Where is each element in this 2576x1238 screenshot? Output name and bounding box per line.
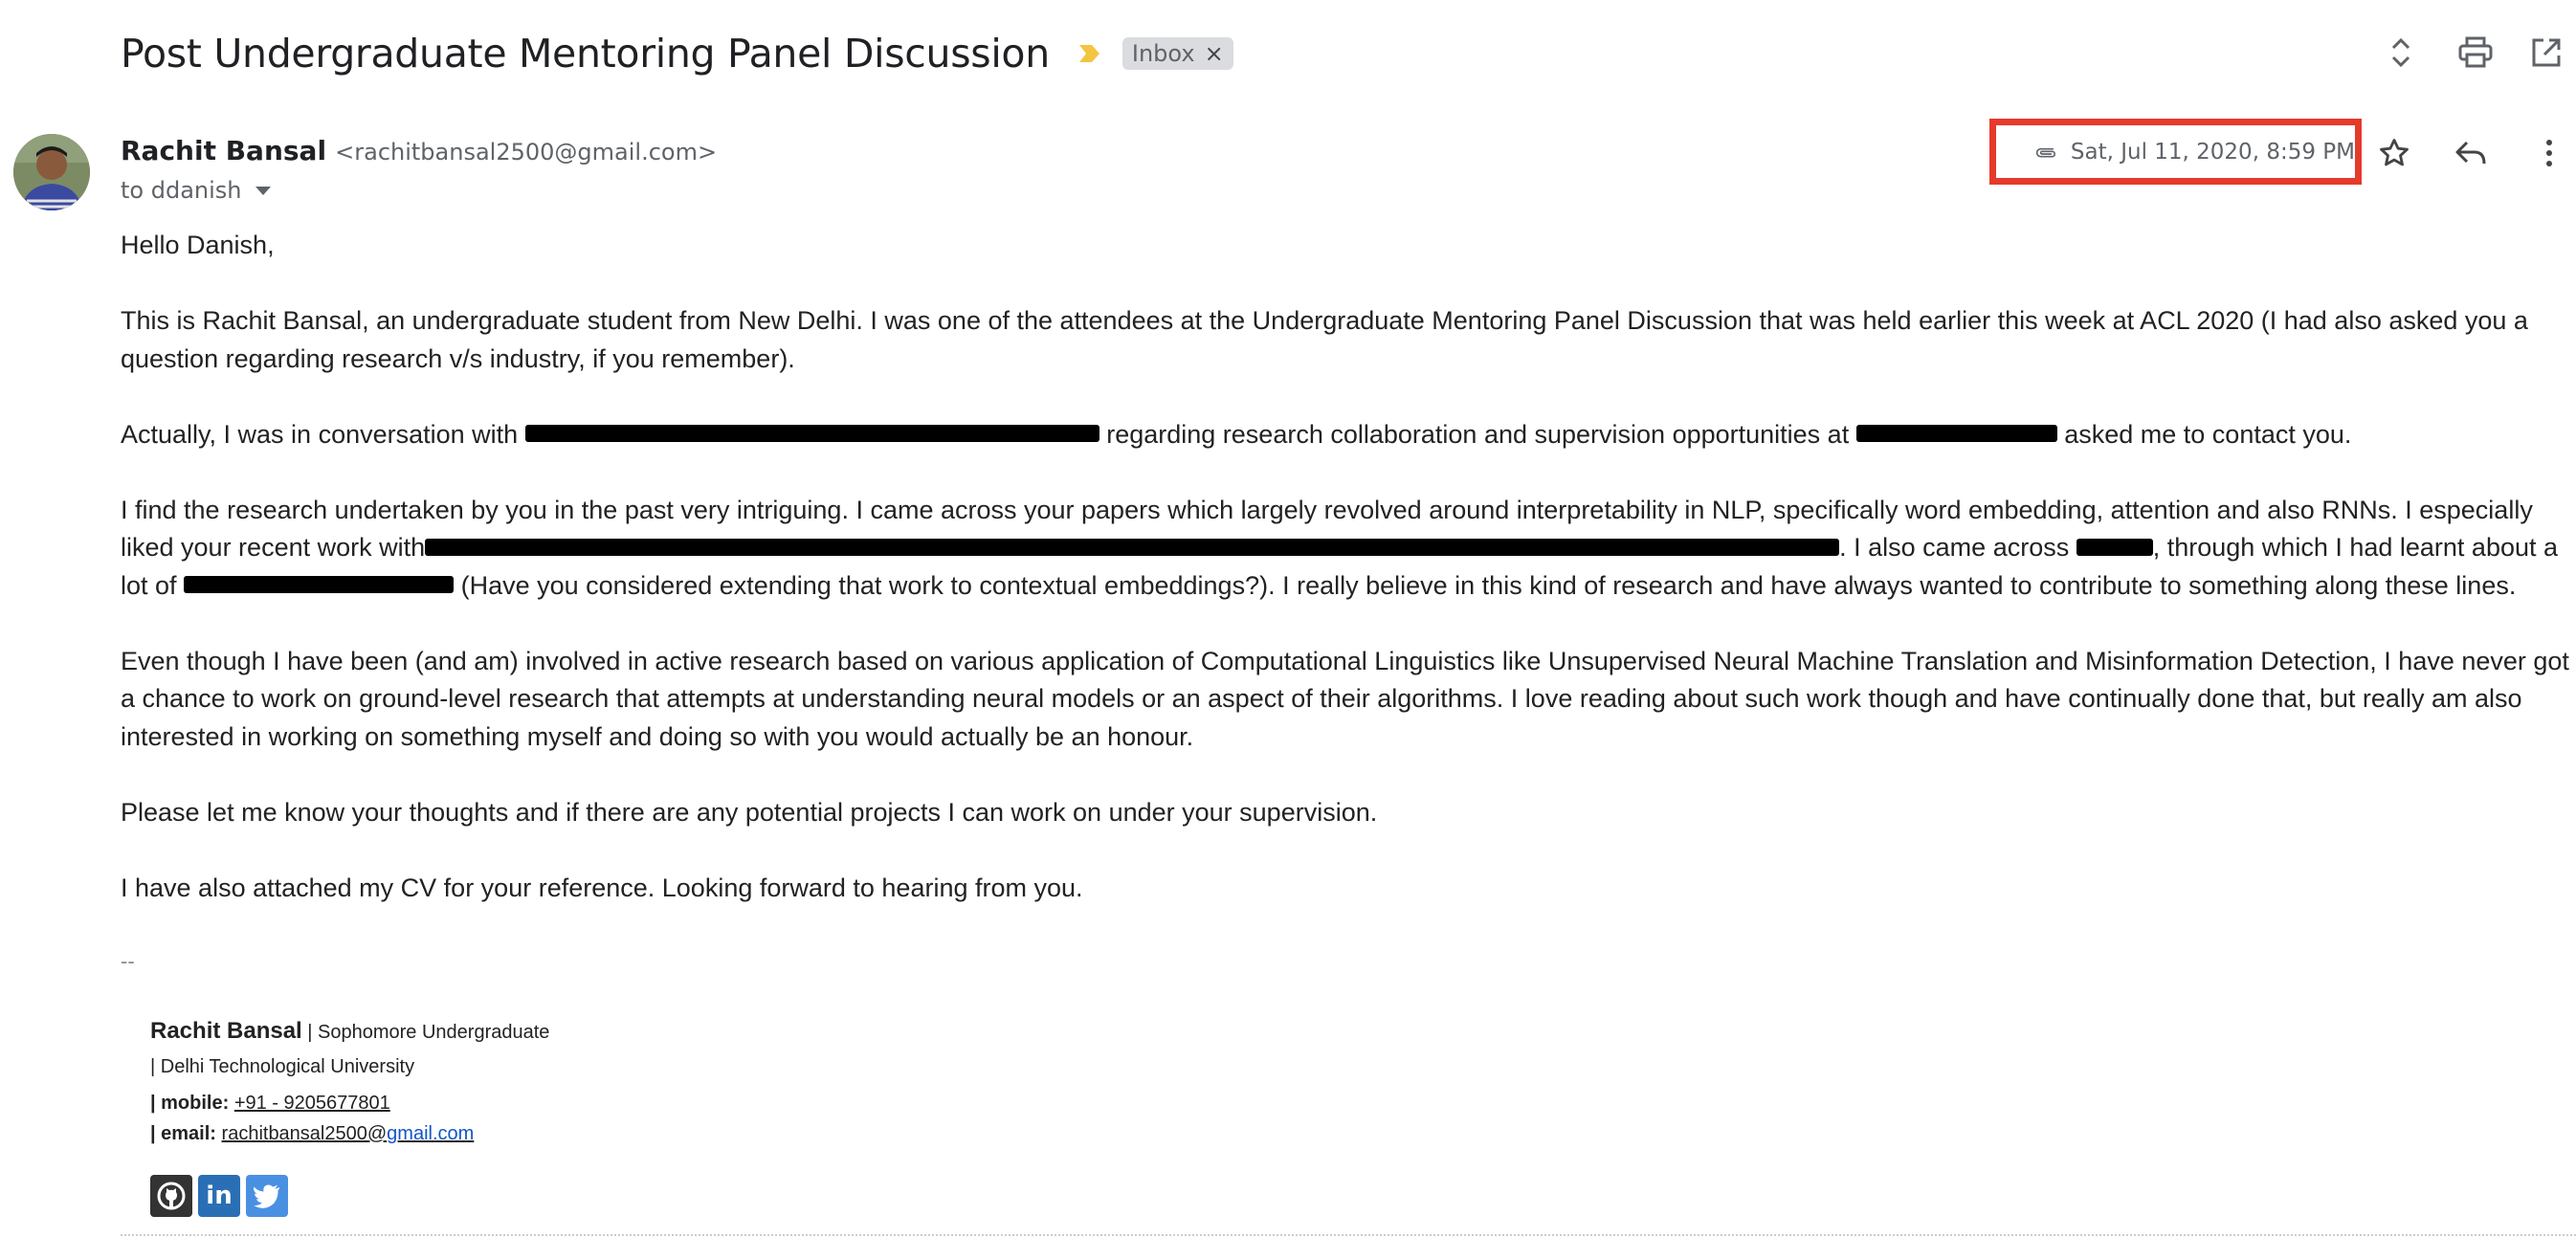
avatar[interactable] <box>13 134 90 210</box>
body-paragraph-3: I find the research undertaken by you in… <box>121 492 2570 606</box>
date-highlight-box: Sat, Jul 11, 2020, 8:59 PM <box>1989 119 2362 185</box>
star-icon[interactable] <box>2371 130 2417 176</box>
redaction <box>1855 425 2057 443</box>
p2-part-a: Actually, I was in conversation with <box>121 419 519 449</box>
email-link-domain: gmail.com <box>387 1123 475 1144</box>
greeting: Hello Danish, <box>121 231 275 259</box>
email-link[interactable]: rachitbansal2500@gmail.com <box>222 1123 475 1144</box>
sender-line: Rachit Bansal <rachitbansal2500@gmail.co… <box>121 135 717 166</box>
recipient-text: to ddanish <box>121 177 242 204</box>
email-body: Hello Danish, This is Rachit Bansal, an … <box>121 227 2570 945</box>
signature-university: | Delhi Technological University <box>150 1056 415 1077</box>
p2-part-c: asked me to contact you. <box>2064 419 2352 449</box>
body-paragraph-5: Please let me know your thoughts and if … <box>121 797 1378 827</box>
p3-part-b: . I also came across <box>1839 533 2070 562</box>
thread-toolbar <box>2365 29 2576 77</box>
social-links: in <box>150 1175 288 1217</box>
sender-name[interactable]: Rachit Bansal <box>121 135 326 166</box>
linkedin-icon[interactable]: in <box>198 1175 240 1217</box>
mobile-link[interactable]: +91 - 9205677801 <box>234 1093 390 1114</box>
subject-row: Post Undergraduate Mentoring Panel Discu… <box>121 21 1233 86</box>
label-chip-text: Inbox <box>1131 40 1195 67</box>
remove-label-icon[interactable]: × <box>1205 40 1224 67</box>
sender-email: <rachitbansal2500@gmail.com> <box>335 139 718 166</box>
redaction <box>524 425 1099 443</box>
p2-part-b: regarding research collaboration and sup… <box>1106 419 1850 449</box>
email-label: | email: <box>150 1123 216 1144</box>
twitter-icon[interactable] <box>246 1175 288 1217</box>
reply-icon[interactable] <box>2448 130 2494 176</box>
label-chip-inbox[interactable]: Inbox × <box>1121 37 1233 70</box>
redaction <box>184 576 455 594</box>
more-options-icon[interactable] <box>2526 130 2572 176</box>
body-paragraph-2: Actually, I was in conversation with reg… <box>121 416 2570 454</box>
p3-part-d: (Have you considered extending that work… <box>460 570 2517 600</box>
signature-name: Rachit Bansal <box>150 1018 302 1044</box>
signature-title: | Sophomore Undergraduate <box>307 1022 550 1043</box>
redaction <box>425 538 1840 556</box>
print-icon[interactable] <box>2452 29 2499 77</box>
expand-all-icon[interactable] <box>2377 29 2425 77</box>
chevron-down-icon <box>255 186 271 195</box>
mobile-label: | mobile: <box>150 1093 230 1114</box>
open-in-new-window-icon[interactable] <box>2522 29 2570 77</box>
email-link-user: rachitbansal2500@ <box>221 1123 388 1144</box>
email-date: Sat, Jul 11, 2020, 8:59 PM <box>2070 139 2355 165</box>
attachment-icon <box>2035 147 2055 157</box>
body-paragraph-4: Even though I have been (and am) involve… <box>121 646 2569 751</box>
github-icon[interactable] <box>150 1175 192 1217</box>
thread-divider <box>121 1234 2576 1236</box>
email-subject: Post Undergraduate Mentoring Panel Discu… <box>121 31 1050 77</box>
recipient-details-toggle[interactable]: to ddanish <box>121 177 271 204</box>
body-paragraph-1: This is Rachit Bansal, an undergraduate … <box>121 306 2528 373</box>
linkedin-text: in <box>206 1182 233 1210</box>
redaction <box>2076 538 2153 556</box>
body-paragraph-6: I have also attached my CV for your refe… <box>121 873 1083 902</box>
importance-marker-icon[interactable] <box>1077 40 1103 67</box>
signature-separator: -- <box>121 949 135 973</box>
